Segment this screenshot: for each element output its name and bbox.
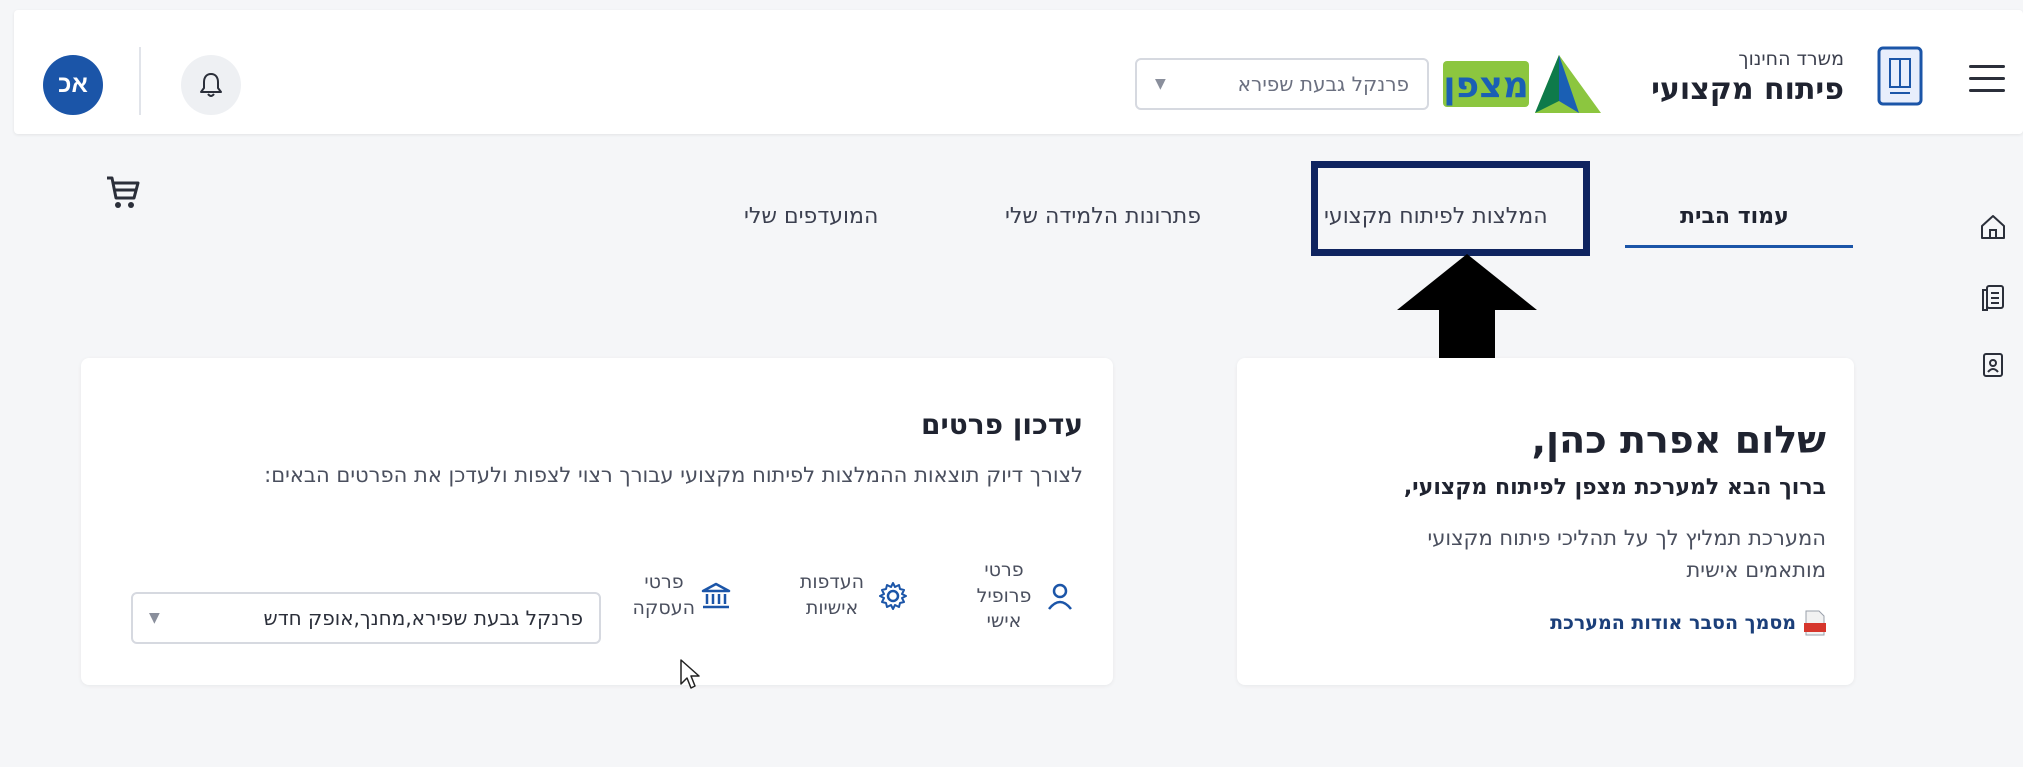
personal-profile-option[interactable]: פרטי פרופיל אישי [969,558,1075,635]
site-name: פיתוח מקצועי [1651,72,1844,107]
ministry-name: משרד החינוך [1738,48,1844,70]
cart-icon[interactable] [103,172,143,212]
employment-select[interactable]: ▼ פרנקל גבעת שפירא,מחנך,אופק חדש [131,592,601,644]
mazpen-logo[interactable]: מצפן [1439,43,1619,123]
tab-my-learning-solutions[interactable]: פתרונות הלמידה שלי [1005,204,1201,229]
welcome-body: המערכת תמליץ לך על תהליכי פיתוח מקצועי מ… [1427,526,1826,582]
employment-select-value: פרנקל גבעת שפירא,מחנך,אופק חדש [263,606,583,630]
active-tab-underline [1625,245,1853,248]
mouse-cursor-icon [679,658,701,690]
update-details-description: לצורך דיוק תוצאות ההמלצות לפיתוח מקצועי … [264,463,1083,487]
notifications-bell-icon[interactable] [181,55,241,115]
welcome-title: שלום אפרת כהן, [1531,418,1826,462]
documents-icon[interactable] [1978,282,2010,314]
employment-details-label: פרטי העסקה [632,571,695,619]
unit-select-value: פרנקל גבעת שפירא [1237,72,1409,96]
update-details-title: עדכון פרטים [921,408,1083,441]
unit-select[interactable]: ▼ פרנקל גבעת שפירא [1135,58,1429,110]
logo-text: מצפן [1443,65,1529,106]
home-icon[interactable] [1978,212,2010,244]
gear-icon [879,581,907,610]
welcome-subtitle: ברוך הבא למערכת מצפן לפיתוח מקצועי, [1403,475,1826,500]
bank-icon [701,582,731,608]
about-system-link-text: מסמך הסבר אודות המערכת [1550,612,1796,634]
personal-preferences-option[interactable]: העדפות אישיות [792,570,908,621]
profile-document-icon[interactable] [1978,350,2010,382]
personal-preferences-label: העדפות אישיות [799,571,865,619]
tab-highlight-box [1311,161,1590,256]
chevron-down-icon: ▼ [1155,76,1166,92]
employment-details-option[interactable]: פרטי העסקה [632,570,731,621]
chevron-down-icon: ▼ [149,610,160,626]
personal-profile-label: פרטי פרופיל אישי [976,559,1032,633]
avatar[interactable]: אכ [43,55,103,115]
ministry-title: משרד החינוך פיתוח מקצועי [1624,48,1844,107]
tab-my-favorites[interactable]: המועדפים שלי [744,204,878,229]
tab-home[interactable]: עמוד הבית [1680,204,1789,229]
top-header: אכ ▼ פרנקל גבעת שפירא מצפן משרד החינוך פ… [14,10,2023,134]
menu-icon[interactable] [1969,65,2005,101]
user-icon [1048,584,1072,611]
welcome-card: שלום אפרת כהן, ברוך הבא למערכת מצפן לפית… [1237,358,1854,685]
state-emblem-icon [1876,45,1924,111]
header-divider [139,47,141,115]
about-system-link[interactable]: מסמך הסבר אודות המערכת [1550,610,1826,636]
pdf-icon [1804,610,1826,636]
update-details-card: עדכון פרטים לצורך דיוק תוצאות ההמלצות לפ… [81,358,1113,685]
